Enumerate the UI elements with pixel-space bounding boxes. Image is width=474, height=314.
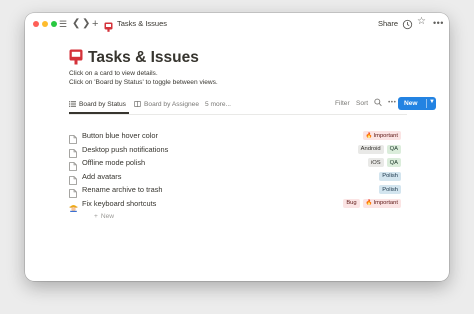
list-icon <box>69 101 76 107</box>
page-title[interactable]: Tasks & Issues <box>88 49 199 67</box>
tag-qa: QA <box>386 158 401 168</box>
new-button-separator <box>426 99 427 108</box>
tag-bug: Bug <box>343 198 360 208</box>
list-item[interactable]: Add avatars Polish <box>69 170 407 185</box>
breadcrumb-title[interactable]: Tasks & Issues <box>117 19 167 28</box>
hamburger-menu-icon[interactable]: ☰ <box>59 18 67 30</box>
list-item[interactable]: Fix keyboard shortcuts Bug 🔥Important <box>69 197 407 212</box>
red-bookmark-card-icon <box>104 19 113 37</box>
page-description-line: Click on a card to view details. <box>69 70 158 77</box>
clock-icon[interactable] <box>402 17 413 35</box>
tab-label: Board by Assignee <box>144 100 199 108</box>
fire-icon: 🔥 <box>365 200 373 207</box>
item-title: Button blue hover color <box>82 131 159 140</box>
plus-icon: + <box>94 213 98 220</box>
more-horizontal-icon[interactable]: ••• <box>388 99 396 106</box>
item-tags: Android QA <box>357 144 401 154</box>
tag-label: Important <box>373 132 399 139</box>
search-icon[interactable] <box>374 98 382 109</box>
plus-icon[interactable]: + <box>92 18 98 30</box>
page-icon <box>69 172 77 185</box>
chevron-right-icon[interactable]: ❯ <box>82 18 90 30</box>
new-button-label: New <box>404 100 418 107</box>
item-title: Desktop push notifications <box>82 144 169 154</box>
filter-button[interactable]: Filter <box>335 100 350 107</box>
construction-worker-icon <box>69 199 78 212</box>
app-window: ☰ ❮ ❯ + Tasks & Issues Share ☆ ••• Tasks… <box>25 13 449 281</box>
page-icon <box>69 158 77 172</box>
tag-important: 🔥Important <box>362 131 401 140</box>
more-horizontal-icon[interactable]: ••• <box>433 18 444 28</box>
item-title: Fix keyboard shortcuts <box>82 198 157 208</box>
item-list: Button blue hover color 🔥Important Deskt… <box>69 129 407 212</box>
fire-icon: 🔥 <box>365 132 373 139</box>
tab-label: Board by Status <box>79 100 126 108</box>
item-tags: Polish <box>379 185 401 195</box>
title-bar: ☰ ❮ ❯ + Tasks & Issues Share ☆ ••• <box>25 13 449 35</box>
page-icon <box>69 145 77 158</box>
list-item[interactable]: Desktop push notifications Android QA <box>69 143 407 158</box>
tag-polish: Polish <box>379 171 401 181</box>
add-new-item[interactable]: + New <box>94 213 114 220</box>
list-item[interactable]: Rename archive to trash Polish <box>69 183 407 199</box>
tag-polish: Polish <box>379 185 401 195</box>
chevron-left-icon[interactable]: ❮ <box>72 18 80 30</box>
share-button[interactable]: Share <box>378 19 398 28</box>
tag-important: 🔥Important <box>362 198 401 208</box>
close-window-button[interactable] <box>33 21 39 27</box>
page-description-line: Click on 'Board by Status' to toggle bet… <box>69 79 218 86</box>
item-title: Offline mode polish <box>82 158 146 168</box>
tag-qa: QA <box>386 144 401 154</box>
toolbar-divider <box>69 114 407 115</box>
zoom-window-button[interactable] <box>51 21 57 27</box>
tab-board-by-assignee[interactable]: Board by Assignee <box>134 97 199 111</box>
new-row-label: New <box>100 213 115 220</box>
item-tags: 🔥Important <box>362 131 401 140</box>
item-tags: Bug 🔥Important <box>343 198 401 208</box>
sort-button[interactable]: Sort <box>356 100 368 107</box>
tag-label: Important <box>373 200 399 207</box>
tab-more-views[interactable]: 5 more... <box>205 97 231 111</box>
list-item[interactable]: Button blue hover color 🔥Important <box>69 129 407 144</box>
item-title: Rename archive to trash <box>82 185 163 195</box>
chevron-down-icon[interactable]: ▼ <box>429 99 435 105</box>
list-item[interactable]: Offline mode polish iOS QA <box>69 156 407 172</box>
tag-ios: iOS <box>367 158 384 168</box>
new-item-button[interactable]: New ▼ <box>398 97 436 110</box>
tag-android: Android <box>357 144 384 154</box>
red-bookmark-card-icon[interactable] <box>69 49 83 70</box>
page-icon <box>69 131 77 144</box>
view-toolbar: Board by Status Board by Assignee 5 more… <box>69 97 436 114</box>
item-tags: Polish <box>379 171 401 181</box>
tab-board-by-status[interactable]: Board by Status <box>69 97 126 111</box>
star-icon[interactable]: ☆ <box>417 16 426 27</box>
item-tags: iOS QA <box>367 158 401 168</box>
item-title: Add avatars <box>82 171 122 181</box>
minimize-window-button[interactable] <box>42 21 48 27</box>
board-icon <box>134 101 141 107</box>
page-icon <box>69 185 77 199</box>
